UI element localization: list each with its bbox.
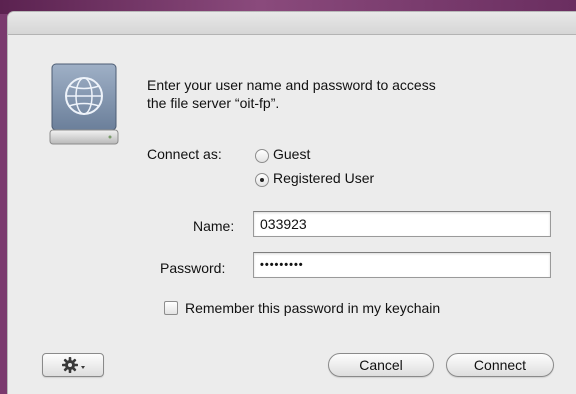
connect-to-server-dialog: Enter your user name and password to acc… [8, 12, 576, 394]
prompt-line-2: the file server “oit-fp”. [147, 95, 280, 111]
login-prompt: Enter your user name and password to acc… [147, 76, 567, 112]
remember-keychain-checkbox[interactable] [164, 301, 178, 315]
prompt-line-1: Enter your user name and password to acc… [147, 77, 436, 93]
chevron-down-icon [81, 366, 85, 369]
cancel-button[interactable]: Cancel [328, 353, 434, 377]
file-server-icon [49, 63, 119, 145]
registered-user-radio-label[interactable]: Registered User [273, 170, 374, 186]
name-field[interactable]: 033923 [253, 211, 551, 237]
action-menu-button[interactable] [42, 353, 104, 377]
registered-user-radio[interactable] [255, 173, 269, 187]
password-label: Password: [160, 260, 226, 276]
guest-radio-label[interactable]: Guest [273, 146, 310, 162]
remember-keychain-label[interactable]: Remember this password in my keychain [185, 300, 440, 316]
dialog-titlebar [8, 12, 576, 35]
password-field[interactable]: ••••••••• [253, 252, 551, 278]
connect-as-label: Connect as: [147, 146, 222, 162]
gear-icon [62, 357, 85, 373]
connect-button[interactable]: Connect [446, 353, 554, 377]
guest-radio[interactable] [255, 149, 269, 163]
name-label: Name: [193, 218, 235, 234]
